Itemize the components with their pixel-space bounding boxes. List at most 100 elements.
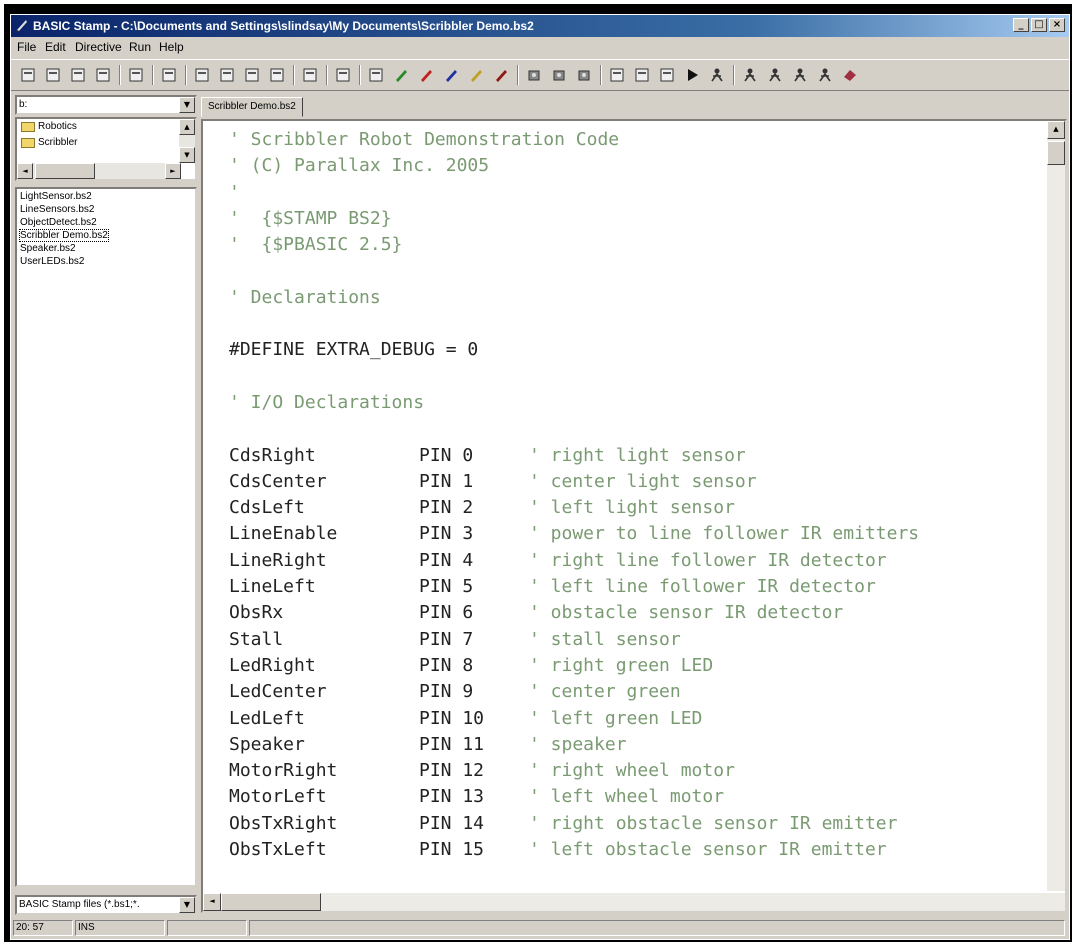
file-item[interactable]: ObjectDetect.bs2: [20, 217, 97, 228]
pin-declaration[interactable]: ObsTxRight PIN 14 ' right obstacle sensor …: [229, 811, 919, 837]
comment-line[interactable]: ' {$STAMP BS2}: [229, 206, 919, 232]
scroll-up-icon[interactable]: ▲: [179, 119, 195, 135]
paste-icon[interactable]: [241, 65, 263, 85]
window-title: BASIC Stamp - C:\Documents and Settings\…: [33, 19, 534, 33]
insert-mode: INS: [75, 920, 165, 936]
folder-item[interactable]: Scribbler: [21, 137, 77, 148]
blank-line[interactable]: [229, 416, 919, 442]
file-item[interactable]: LineSensors.bs2: [20, 204, 95, 215]
close-button[interactable]: ×: [1049, 18, 1065, 32]
scroll-thumb[interactable]: [221, 893, 321, 911]
pin-declaration[interactable]: LineEnable PIN 3 ' power to line follower …: [229, 521, 919, 547]
comment-line[interactable]: ' Declarations: [229, 285, 919, 311]
code-content[interactable]: ' Scribbler Robot Demonstration Code ' (C…: [229, 127, 919, 863]
memory-map-icon[interactable]: [606, 65, 628, 85]
pin-declaration[interactable]: LedRight PIN 8 ' right green LED: [229, 653, 919, 679]
file-item[interactable]: LightSensor.bs2: [20, 191, 92, 202]
pin-declaration[interactable]: MotorLeft PIN 13 ' left wheel motor: [229, 784, 919, 810]
open-icon[interactable]: [42, 65, 64, 85]
code-editor[interactable]: ' Scribbler Robot Demonstration Code ' (C…: [201, 119, 1067, 913]
pin-number: PIN 14: [419, 812, 485, 834]
comment-line[interactable]: ' (C) Parallax Inc. 2005: [229, 153, 919, 179]
editor-hscrollbar[interactable]: ◄: [203, 893, 1065, 911]
comment-line[interactable]: ' Scribbler Robot Demonstration Code: [229, 127, 919, 153]
scroll-thumb[interactable]: [35, 163, 95, 179]
pen-yellow-icon[interactable]: [465, 65, 487, 85]
comment-line[interactable]: ' {$PBASIC 2.5}: [229, 232, 919, 258]
menu-directive[interactable]: Directive: [75, 40, 122, 54]
new-icon[interactable]: [17, 65, 39, 85]
pin-declaration[interactable]: MotorRight PIN 12 ' right wheel motor: [229, 758, 919, 784]
scroll-left-icon[interactable]: ◄: [17, 163, 33, 179]
menu-edit[interactable]: Edit: [45, 40, 66, 54]
pen-green-icon[interactable]: [390, 65, 412, 85]
minimize-button[interactable]: _: [1013, 18, 1029, 32]
scroll-left-icon[interactable]: ◄: [203, 893, 221, 911]
chip2-icon[interactable]: [548, 65, 570, 85]
menu-file[interactable]: File: [17, 40, 36, 54]
figure2-icon[interactable]: [739, 65, 761, 85]
pen-red-icon[interactable]: [415, 65, 437, 85]
pin-declaration[interactable]: ObsTxLeft PIN 15 ' left obstacle sensor IR…: [229, 837, 919, 863]
file-item[interactable]: Speaker.bs2: [20, 243, 76, 254]
comment-line[interactable]: ' I/O Declarations: [229, 390, 919, 416]
save-icon[interactable]: [92, 65, 114, 85]
cut-icon[interactable]: [191, 65, 213, 85]
pin-declaration[interactable]: LineRight PIN 4 ' right line follower IR d…: [229, 548, 919, 574]
file-item[interactable]: UserLEDs.bs2: [20, 256, 84, 267]
title-bar[interactable]: BASIC Stamp - C:\Documents and Settings\…: [11, 15, 1069, 37]
pin-declaration[interactable]: LineLeft PIN 5 ' left line follower IR det…: [229, 574, 919, 600]
binoculars-icon[interactable]: [266, 65, 288, 85]
copy-icon[interactable]: [216, 65, 238, 85]
help-icon[interactable]: [839, 65, 861, 85]
comment-line[interactable]: ': [229, 180, 919, 206]
blank-line[interactable]: [229, 311, 919, 337]
pin-declaration[interactable]: LedLeft PIN 10 ' left green LED: [229, 706, 919, 732]
pin-declaration[interactable]: Stall PIN 7 ' stall sensor: [229, 627, 919, 653]
menu-run[interactable]: Run: [129, 40, 151, 54]
editor-vscrollbar[interactable]: ▲: [1047, 121, 1065, 891]
pin-declaration[interactable]: LedCenter PIN 9 ' center green: [229, 679, 919, 705]
pin-declaration[interactable]: CdsCenter PIN 1 ' center light sensor: [229, 469, 919, 495]
folder-scrollbar[interactable]: ▲ ▼: [179, 119, 195, 163]
blank-line[interactable]: [229, 364, 919, 390]
open-from-icon[interactable]: [67, 65, 89, 85]
file-item-selected[interactable]: Scribbler Demo.bs2: [19, 229, 109, 242]
pin-declaration[interactable]: ObsRx PIN 6 ' obstacle sensor IR detector: [229, 600, 919, 626]
tab-scribbler-demo[interactable]: Scribbler Demo.bs2: [201, 97, 303, 117]
pen-darkred-icon[interactable]: [490, 65, 512, 85]
folder-item[interactable]: Robotics: [21, 121, 77, 132]
run-icon[interactable]: [681, 65, 703, 85]
terminal-icon[interactable]: [656, 65, 678, 85]
figure5-icon[interactable]: [814, 65, 836, 85]
chevron-down-icon[interactable]: ▼: [179, 897, 195, 913]
chevron-down-icon[interactable]: ▼: [179, 97, 195, 113]
blank-line[interactable]: [229, 258, 919, 284]
scroll-right-icon[interactable]: ►: [165, 163, 181, 179]
properties-icon[interactable]: [332, 65, 354, 85]
pin-declaration[interactable]: CdsRight PIN 0 ' right light sensor: [229, 443, 919, 469]
pen-blue-icon[interactable]: [440, 65, 462, 85]
scroll-thumb[interactable]: [1047, 141, 1065, 165]
folder-hscrollbar[interactable]: ◄ ►: [17, 163, 181, 179]
chip3-icon[interactable]: [573, 65, 595, 85]
scroll-up-icon[interactable]: ▲: [1047, 121, 1065, 139]
split-icon[interactable]: [299, 65, 321, 85]
define-line[interactable]: #DEFINE EXTRA_DEBUG = 0: [229, 337, 919, 363]
debug-icon[interactable]: [365, 65, 387, 85]
pin-declaration[interactable]: CdsLeft PIN 2 ' left light sensor: [229, 495, 919, 521]
scroll-down-icon[interactable]: ▼: [179, 147, 195, 163]
figure4-icon[interactable]: [789, 65, 811, 85]
print-icon[interactable]: [158, 65, 180, 85]
find-icon[interactable]: [125, 65, 147, 85]
figure-icon[interactable]: [706, 65, 728, 85]
drive-select[interactable]: b: ▼: [15, 95, 197, 115]
menu-help[interactable]: Help: [159, 40, 184, 54]
pin-name: CdsCenter: [229, 470, 327, 492]
identify-icon[interactable]: [631, 65, 653, 85]
chip1-icon[interactable]: [523, 65, 545, 85]
file-filter-select[interactable]: BASIC Stamp files (*.bs1;*. ▼: [15, 895, 197, 915]
figure3-icon[interactable]: [764, 65, 786, 85]
maximize-button[interactable]: □: [1031, 18, 1047, 32]
pin-declaration[interactable]: Speaker PIN 11 ' speaker: [229, 732, 919, 758]
